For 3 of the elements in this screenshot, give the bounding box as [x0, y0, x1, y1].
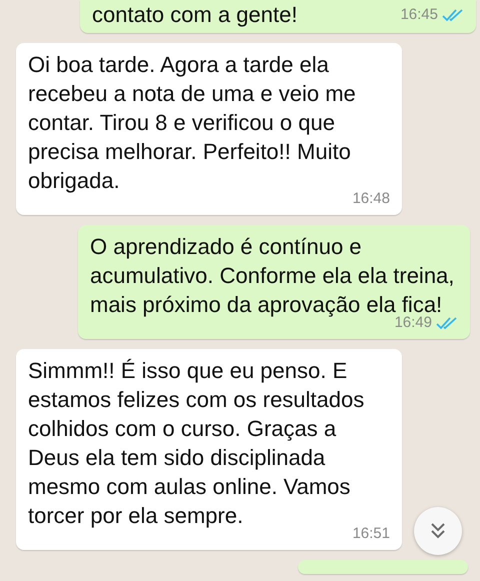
- message-time: 16:45: [400, 4, 438, 24]
- scroll-down-button[interactable]: [414, 507, 462, 555]
- message-text: contato com a gente!: [92, 1, 298, 29]
